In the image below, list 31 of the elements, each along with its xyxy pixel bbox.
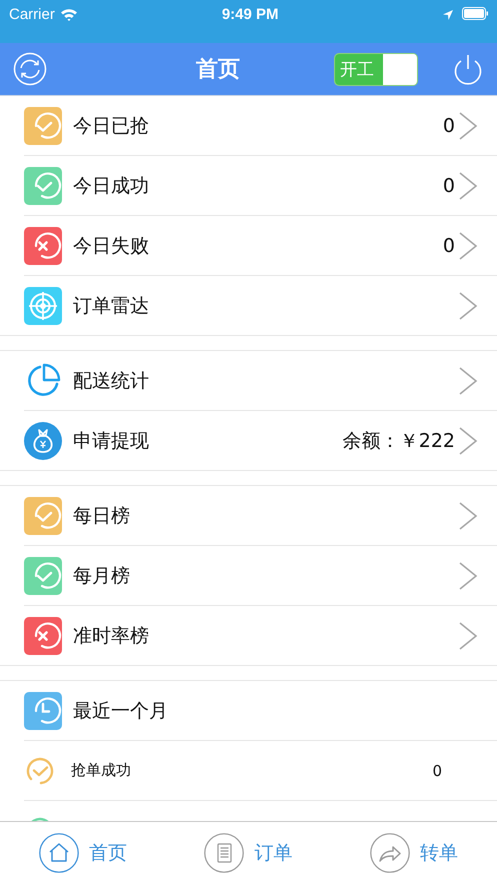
row-label: 每日榜 [73,504,130,528]
row-label: 准时率榜 [73,624,149,648]
row-label: 今日成功 [73,174,149,198]
row-label: 最近一个月 [73,698,168,724]
row-label: 今日失败 [73,234,149,258]
home-icon [38,832,79,872]
row-value: 0 [442,174,455,196]
location-icon [442,9,454,21]
refresh-icon [13,52,47,86]
row-label: 每月榜 [73,564,130,588]
page-title: 首页 [195,56,241,84]
row-value: 0 [442,234,455,256]
carrier-label: Carrier [9,6,55,23]
row-label: 申请提现 [73,428,149,454]
tab-item[interactable]: 首页 [38,832,127,872]
refresh-button[interactable] [12,51,48,87]
tab-item[interactable]: 订单 [204,832,292,872]
tab-item[interactable]: 转单 [370,832,458,872]
document-icon [204,832,244,872]
row-label: 配送统计 [73,368,149,394]
row-value: 0 [432,762,442,780]
row-label: 今日已抢 [73,114,149,138]
row-value: 0 [442,114,455,136]
wifi-icon [60,8,78,21]
clock-time: 9:49 PM [222,6,280,23]
share-icon [370,832,410,872]
work-toggle[interactable]: 开工 [334,52,418,86]
battery-icon [462,7,489,20]
row-label: 订单雷达 [73,294,149,318]
row-label: 抢单成功 [71,761,131,780]
row-value: 余额：￥222 [342,428,455,454]
